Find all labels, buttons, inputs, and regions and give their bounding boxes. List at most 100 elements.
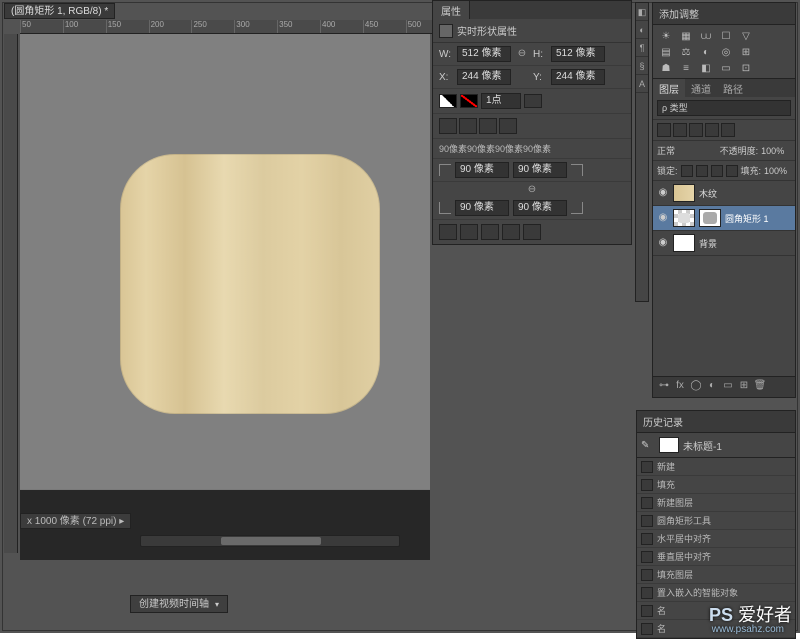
adj-threshold-icon[interactable]: ◧ <box>699 63 713 75</box>
lock-transparency-icon[interactable] <box>681 165 693 177</box>
lock-pixels-icon[interactable] <box>696 165 708 177</box>
lock-position-icon[interactable] <box>711 165 723 177</box>
status-bar[interactable]: x 1000 像素 (72 ppi) ▸ <box>20 513 131 529</box>
layer-item-rounded-rect[interactable]: ◉ 圆角矩形 1 <box>653 206 795 231</box>
visibility-toggle-icon[interactable]: ◉ <box>657 212 669 224</box>
ruler-vertical[interactable] <box>4 34 18 553</box>
tab-paths[interactable]: 路径 <box>717 79 749 97</box>
field-x[interactable]: 244 像素 <box>457 69 511 85</box>
adj-photo-filter-icon[interactable]: ◎ <box>719 47 733 59</box>
visibility-toggle-icon[interactable]: ◉ <box>657 237 669 249</box>
tab-layers[interactable]: 图层 <box>653 79 685 97</box>
link-layers-icon[interactable]: ⊶ <box>657 380 671 394</box>
visibility-toggle-icon[interactable]: ◉ <box>657 187 669 199</box>
panel-icon[interactable]: ¶ <box>636 39 648 57</box>
layers-panel: 图层 通道 路径 ρ 类型 正常 不透明度: 100% 锁定: 填充: 100% <box>652 78 796 398</box>
adj-invert-icon[interactable]: ☗ <box>659 63 673 75</box>
history-item[interactable]: 新建 <box>637 458 795 476</box>
adj-vibrance-icon[interactable]: ▽ <box>739 31 753 43</box>
field-height[interactable]: 512 像素 <box>551 46 605 62</box>
stroke-more-btn[interactable] <box>499 118 517 134</box>
new-layer-icon[interactable]: ⊞ <box>737 380 751 394</box>
collapsed-panels-strip: ◧ ◐ ¶ § A <box>635 2 649 302</box>
radius-tr[interactable]: 90 像素 <box>513 162 567 178</box>
layer-name[interactable]: 木纹 <box>699 187 717 200</box>
layer-item-background[interactable]: ◉ 背景 <box>653 231 795 256</box>
adj-balance-icon[interactable]: ⚖ <box>679 47 693 59</box>
fill-swatch[interactable] <box>439 94 457 108</box>
history-item[interactable]: 水平居中对齐 <box>637 530 795 548</box>
filter-smart-icon[interactable] <box>721 123 735 137</box>
path-op-btn[interactable] <box>523 224 541 240</box>
adj-hue-icon[interactable]: ▤ <box>659 47 673 59</box>
radius-bl[interactable]: 90 像素 <box>455 200 509 216</box>
filter-adjust-icon[interactable] <box>673 123 687 137</box>
history-brush-icon[interactable]: ✎ <box>641 440 655 451</box>
link-radius-icon[interactable]: ⊖ <box>433 182 631 197</box>
layer-kind-select[interactable]: ρ 类型 <box>657 100 791 116</box>
filter-pixel-icon[interactable] <box>657 123 671 137</box>
path-op-btn[interactable] <box>502 224 520 240</box>
layers-lock-row: 锁定: 填充: 100% <box>653 161 795 181</box>
history-item[interactable]: 置入嵌入的智能对象 <box>637 584 795 602</box>
filter-type-icon[interactable] <box>689 123 703 137</box>
path-op-btn[interactable] <box>460 224 478 240</box>
layer-style-icon[interactable]: fx <box>673 380 687 394</box>
adj-selective-icon[interactable]: ⊡ <box>739 63 753 75</box>
adj-curves-icon[interactable]: ⩊ <box>699 31 713 43</box>
adj-bw-icon[interactable]: ◐ <box>699 47 713 59</box>
panel-icon[interactable]: ◧ <box>636 3 648 21</box>
lock-all-icon[interactable] <box>726 165 738 177</box>
adjustment-layer-icon[interactable]: ◐ <box>705 380 719 394</box>
field-y[interactable]: 244 像素 <box>551 69 605 85</box>
adjustments-grid: ☀ ▦ ⩊ ☐ ▽ ▤ ⚖ ◐ ◎ ⊞ ☗ ≡ ◧ ▭ ⊡ <box>653 25 795 81</box>
link-wh-icon[interactable]: ⊖ <box>515 47 529 61</box>
path-op-btn[interactable] <box>439 224 457 240</box>
history-item[interactable]: 垂直居中对齐 <box>637 548 795 566</box>
layer-name[interactable]: 背景 <box>699 237 717 250</box>
stroke-corner-btn[interactable] <box>479 118 497 134</box>
canvas[interactable] <box>20 34 430 514</box>
scrollbar-thumb[interactable] <box>221 537 321 545</box>
history-item[interactable]: 新建图层 <box>637 494 795 512</box>
history-snapshot[interactable]: ✎ 未标题-1 <box>637 433 795 458</box>
panel-icon[interactable]: § <box>636 57 648 75</box>
radius-br[interactable]: 90 像素 <box>513 200 567 216</box>
panel-icon[interactable]: ◐ <box>636 21 648 39</box>
rounded-rectangle-shape[interactable] <box>120 154 380 414</box>
radius-tl[interactable]: 90 像素 <box>455 162 509 178</box>
scrollbar-horizontal[interactable] <box>140 535 400 547</box>
opacity-field[interactable]: 100% <box>761 146 791 156</box>
stroke-cap-btn[interactable] <box>459 118 477 134</box>
history-item[interactable]: 填充图层 <box>637 566 795 584</box>
adj-posterize-icon[interactable]: ≡ <box>679 63 693 75</box>
ruler-mark: 400 <box>320 20 363 33</box>
layer-mask-icon[interactable]: ◯ <box>689 380 703 394</box>
trash-icon[interactable]: 🗑 <box>753 380 767 394</box>
panel-icon[interactable]: A <box>636 75 648 93</box>
tab-channels[interactable]: 通道 <box>685 79 717 97</box>
adj-mixer-icon[interactable]: ⊞ <box>739 47 753 59</box>
adj-exposure-icon[interactable]: ☐ <box>719 31 733 43</box>
stroke-swatch[interactable] <box>460 94 478 108</box>
history-item[interactable]: 圆角矩形工具 <box>637 512 795 530</box>
path-op-btn[interactable] <box>481 224 499 240</box>
tab-properties[interactable]: 属性 <box>433 1 470 19</box>
create-timeline-button[interactable]: 创建视频时间轴 <box>130 595 228 613</box>
history-item[interactable]: 填充 <box>637 476 795 494</box>
stroke-style-dropdown[interactable] <box>524 94 542 108</box>
fill-field[interactable]: 100% <box>764 166 787 176</box>
layer-item-wood[interactable]: ◉ 木纹 <box>653 181 795 206</box>
filter-shape-icon[interactable] <box>705 123 719 137</box>
adj-brightness-icon[interactable]: ☀ <box>659 31 673 43</box>
group-icon[interactable]: ▭ <box>721 380 735 394</box>
blend-mode-select[interactable]: 正常 <box>657 144 717 157</box>
adj-levels-icon[interactable]: ▦ <box>679 31 693 43</box>
field-width[interactable]: 512 像素 <box>457 46 511 62</box>
document-tab[interactable]: (圆角矩形 1, RGB/8) * <box>4 3 115 19</box>
stroke-align-btn[interactable] <box>439 118 457 134</box>
adj-map-icon[interactable]: ▭ <box>719 63 733 75</box>
layer-name[interactable]: 圆角矩形 1 <box>725 212 769 225</box>
history-label: 名 <box>657 604 666 617</box>
stroke-width-field[interactable]: 1点 <box>481 93 521 109</box>
